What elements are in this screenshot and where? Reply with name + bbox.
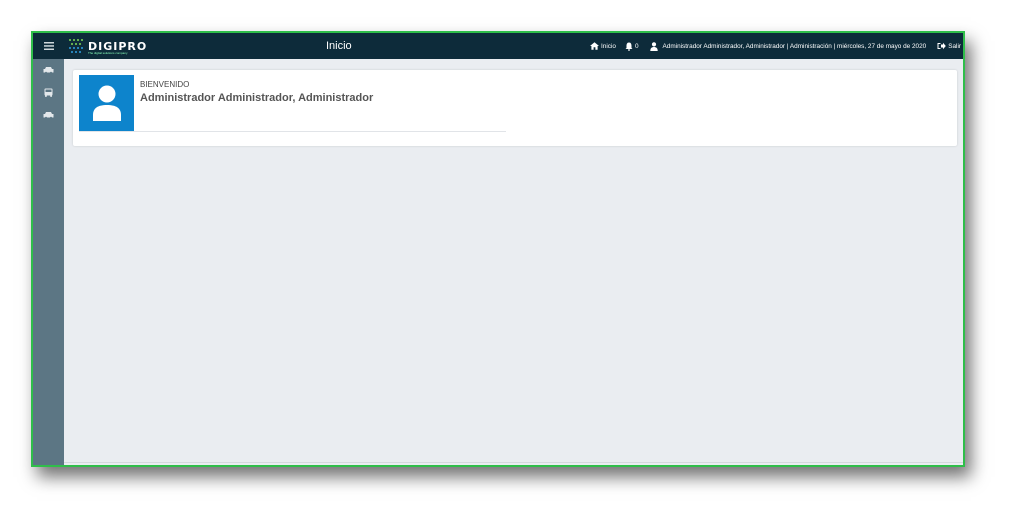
digipro-logo[interactable]: DIGIPRO The digital solutions company	[68, 36, 147, 56]
user-avatar-icon	[92, 85, 121, 121]
bus-icon	[44, 88, 53, 97]
sidebar	[33, 33, 64, 465]
user-icon	[649, 41, 658, 51]
car-icon	[43, 112, 54, 119]
top-navbar: DIGIPRO The digital solutions company In…	[64, 33, 963, 59]
welcome-user-name: Administrador Administrador, Administrad…	[140, 92, 374, 104]
logout-label: Salir	[948, 42, 961, 50]
welcome-panel: BIENVENIDO Administrador Administrador, …	[79, 75, 506, 132]
app-window: DIGIPRO The digital solutions company In…	[31, 31, 965, 467]
welcome-label: BIENVENIDO	[140, 80, 190, 89]
user-info[interactable]: Administrador Administrador, Administrad…	[649, 41, 927, 51]
bell-icon	[625, 42, 633, 51]
page-title: Inicio	[326, 40, 352, 52]
sidebar-item-2[interactable]	[33, 82, 64, 102]
home-icon	[590, 42, 600, 50]
logout-button[interactable]: Salir	[937, 42, 961, 50]
notifications-button[interactable]: 0	[625, 42, 639, 51]
car-icon	[43, 67, 54, 74]
user-info-text: Administrador Administrador, Administrad…	[662, 42, 927, 50]
logo-mark-icon	[69, 39, 83, 53]
sidebar-item-3[interactable]	[33, 105, 64, 125]
menu-toggle-button[interactable]	[33, 33, 64, 59]
logo-tagline: The digital solutions company	[88, 51, 128, 55]
notifications-count: 0	[634, 42, 639, 50]
home-link-label: Inicio	[601, 42, 616, 50]
hamburger-icon	[43, 42, 54, 50]
main-content: BIENVENIDO Administrador Administrador, …	[64, 59, 963, 465]
sidebar-item-1[interactable]	[33, 60, 64, 80]
header-right-nav: Inicio 0 Administrador Administrador, Ad…	[581, 33, 961, 59]
home-link[interactable]: Inicio	[590, 42, 616, 50]
footer-divider	[64, 462, 963, 463]
avatar	[79, 75, 134, 131]
welcome-card: BIENVENIDO Administrador Administrador, …	[73, 70, 957, 146]
sign-out-icon	[937, 42, 947, 50]
